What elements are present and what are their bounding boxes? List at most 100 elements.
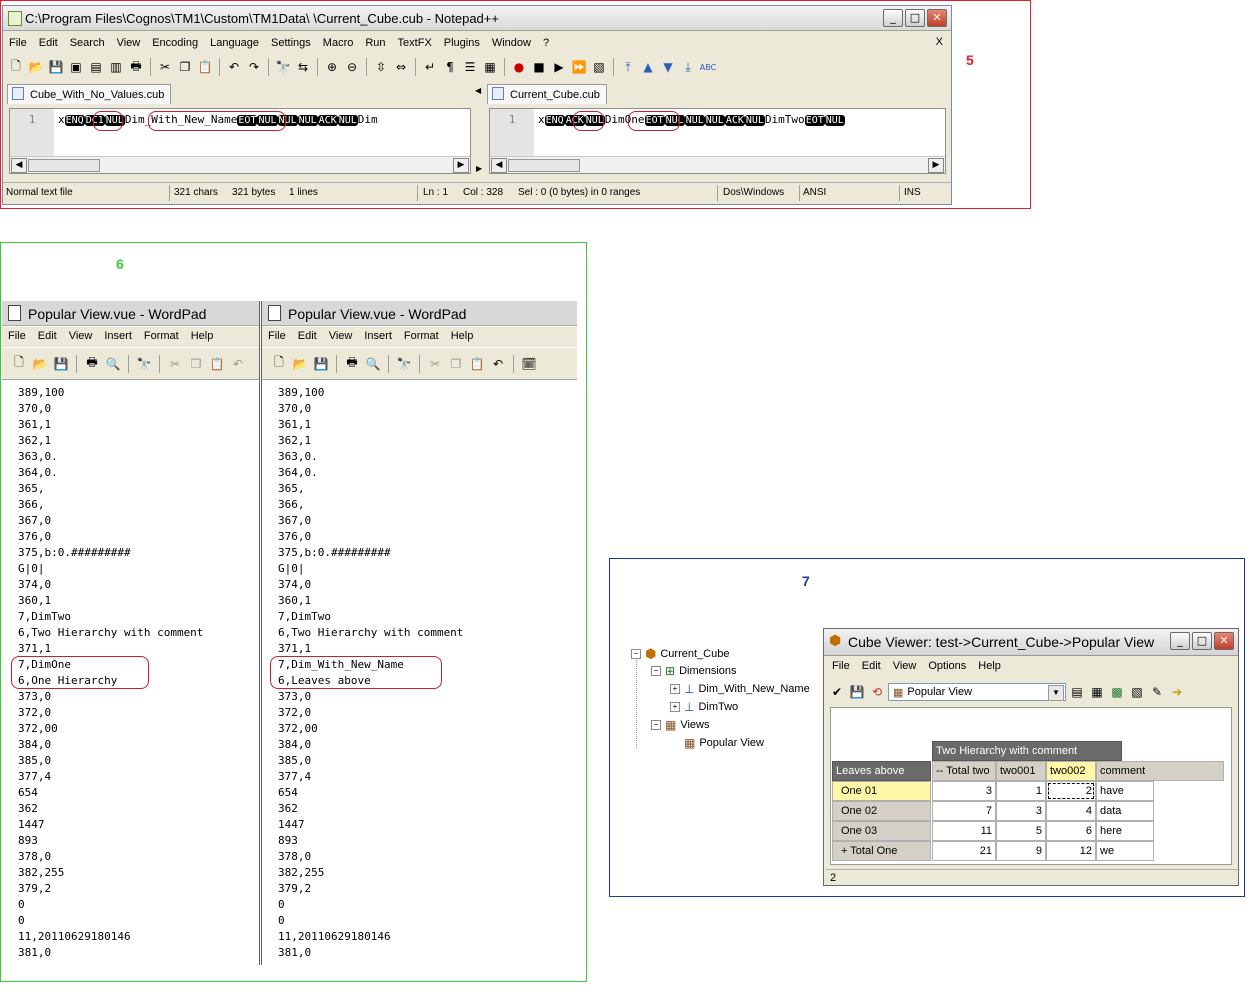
menu-item-edit[interactable]: Edit bbox=[856, 660, 887, 672]
date-time-icon[interactable]: 🗓 bbox=[520, 355, 538, 373]
menu-item-search[interactable]: Search bbox=[64, 37, 111, 49]
find-icon[interactable]: 🔭 bbox=[135, 355, 153, 373]
menu-item-[interactable]: ? bbox=[537, 37, 555, 49]
recalculate-icon[interactable]: ✔ bbox=[828, 683, 846, 701]
tree-node-dimensions[interactable]: − ⊞ Dimensions bbox=[651, 664, 737, 678]
menu-item-format[interactable]: Format bbox=[398, 330, 445, 342]
close-all-icon[interactable]: ▥ bbox=[107, 58, 125, 76]
paste-icon[interactable]: 📋 bbox=[196, 58, 214, 76]
menu-item-help[interactable]: Help bbox=[185, 330, 220, 342]
data-cell[interactable]: 1 bbox=[996, 781, 1046, 801]
user-language-icon[interactable]: ▦ bbox=[481, 58, 499, 76]
data-cell[interactable]: 21 bbox=[932, 841, 996, 861]
right-editor-pane[interactable]: 1 xENQ ACK NULDimOneEOT NUL NUL NUL ACK NULDimT… bbox=[489, 108, 946, 174]
row-header[interactable]: + Total One bbox=[832, 841, 931, 861]
paste-icon[interactable]: 📋 bbox=[468, 355, 486, 373]
menu-item-view[interactable]: View bbox=[323, 330, 359, 342]
data-cell[interactable]: 6 bbox=[1046, 821, 1096, 841]
tree-node-dimtwo[interactable]: + ⊥ DimTwo bbox=[670, 700, 738, 714]
save-icon[interactable]: 💾 bbox=[47, 58, 65, 76]
menu-item-help[interactable]: Help bbox=[445, 330, 480, 342]
comment-cell[interactable]: here bbox=[1096, 821, 1154, 841]
horizontal-scrollbar[interactable]: ◀ ▶ bbox=[490, 156, 945, 173]
scroll-thumb[interactable] bbox=[508, 159, 580, 172]
comment-cell[interactable]: we bbox=[1096, 841, 1154, 861]
scroll-right-icon[interactable]: ▶ bbox=[453, 158, 469, 173]
collapse-icon[interactable]: − bbox=[651, 720, 661, 730]
replace-icon[interactable]: ⇆ bbox=[294, 58, 312, 76]
menu-item-file[interactable]: File bbox=[3, 37, 33, 49]
sync-horizontal-icon[interactable]: ⇔ bbox=[392, 58, 410, 76]
tree-node-dim-with-new-name[interactable]: + ⊥ Dim_With_New_Name bbox=[670, 682, 810, 696]
stop-macro-icon[interactable]: ■ bbox=[530, 58, 548, 76]
close-button[interactable]: ✕ bbox=[927, 9, 947, 27]
row-header[interactable]: One 02 bbox=[832, 801, 931, 821]
scroll-thumb[interactable] bbox=[28, 159, 100, 172]
view-select[interactable]: ▦ Popular View ▼ bbox=[888, 683, 1066, 701]
redo-icon[interactable]: ↷ bbox=[245, 58, 263, 76]
menu-item-view[interactable]: View bbox=[111, 37, 147, 49]
expand-icon[interactable]: + bbox=[670, 702, 680, 712]
exit-icon[interactable]: ➔ bbox=[1168, 683, 1186, 701]
tree-node-cube[interactable]: − ⬢ Current_Cube bbox=[631, 646, 729, 662]
chevron-down-icon[interactable]: ▼ bbox=[1048, 685, 1064, 701]
menu-item-run[interactable]: Run bbox=[359, 37, 391, 49]
save-macro-icon[interactable]: ▧ bbox=[590, 58, 608, 76]
menu-item-settings[interactable]: Settings bbox=[265, 37, 317, 49]
find-icon[interactable]: 🔭 bbox=[395, 355, 413, 373]
scroll-right-icon[interactable]: ▶ bbox=[928, 158, 944, 173]
new-document-icon[interactable]: 🗋 bbox=[10, 355, 28, 373]
subset-editor-icon[interactable]: ▦ bbox=[1088, 683, 1106, 701]
close-button[interactable]: ✕ bbox=[1214, 632, 1234, 650]
show-all-characters-icon[interactable]: ¶ bbox=[441, 58, 459, 76]
menu-item-encoding[interactable]: Encoding bbox=[146, 37, 204, 49]
find-icon[interactable]: 🔭 bbox=[274, 58, 292, 76]
run-macro-multiple-icon[interactable]: ⏩ bbox=[570, 58, 588, 76]
minimize-button[interactable]: _ bbox=[1170, 632, 1190, 650]
print-icon[interactable]: 🖶 bbox=[127, 58, 145, 76]
print-preview-icon[interactable]: 🔍 bbox=[364, 355, 382, 373]
refresh-icon[interactable]: ⟲ bbox=[868, 683, 886, 701]
sync-vertical-icon[interactable]: ⇳ bbox=[372, 58, 390, 76]
menu-item-view[interactable]: View bbox=[63, 330, 99, 342]
row-header[interactable]: One 01 bbox=[832, 781, 931, 801]
print-icon[interactable]: 🖶 bbox=[83, 355, 101, 373]
data-cell[interactable]: 2 bbox=[1046, 781, 1096, 801]
cut-icon[interactable]: ✂ bbox=[156, 58, 174, 76]
menu-item-insert[interactable]: Insert bbox=[98, 330, 138, 342]
minimize-button[interactable]: _ bbox=[883, 9, 903, 27]
calculator-icon[interactable]: ▤ bbox=[1068, 683, 1086, 701]
menu-item-format[interactable]: Format bbox=[138, 330, 185, 342]
menu-item-view[interactable]: View bbox=[887, 660, 923, 672]
data-cell[interactable]: 3 bbox=[932, 781, 996, 801]
tree-node-popular-view[interactable]: ▦ Popular View bbox=[684, 736, 764, 750]
print-preview-icon[interactable]: 🔍 bbox=[104, 355, 122, 373]
menu-item-textfx[interactable]: TextFX bbox=[392, 37, 438, 49]
undo-icon[interactable]: ↶ bbox=[229, 355, 247, 373]
print-icon[interactable]: 🖶 bbox=[343, 355, 361, 373]
save-all-icon[interactable]: ▣ bbox=[67, 58, 85, 76]
data-cell[interactable]: 7 bbox=[932, 801, 996, 821]
menu-item-macro[interactable]: Macro bbox=[317, 37, 360, 49]
menu-item-edit[interactable]: Edit bbox=[33, 37, 64, 49]
indent-guide-icon[interactable]: ☰ bbox=[461, 58, 479, 76]
menu-item-window[interactable]: Window bbox=[486, 37, 537, 49]
copy-icon[interactable]: ❐ bbox=[187, 355, 205, 373]
column-dimension-title[interactable]: Two Hierarchy with comment bbox=[932, 741, 1122, 761]
pane-divider[interactable]: ◀ ▶ bbox=[474, 86, 484, 178]
horizontal-scrollbar[interactable]: ◀ ▶ bbox=[10, 156, 470, 173]
menu-item-help[interactable]: Help bbox=[972, 660, 1007, 672]
new-file-icon[interactable]: 🗋 bbox=[7, 58, 25, 76]
menu-item-insert[interactable]: Insert bbox=[358, 330, 398, 342]
next-diff-icon[interactable]: ▼ bbox=[659, 58, 677, 76]
data-cell[interactable]: 11 bbox=[932, 821, 996, 841]
collapse-icon[interactable]: − bbox=[631, 649, 641, 659]
column-header-two001[interactable]: two001 bbox=[996, 761, 1046, 781]
save-view-icon[interactable]: 💾 bbox=[848, 683, 866, 701]
cut-icon[interactable]: ✂ bbox=[426, 355, 444, 373]
maximize-button[interactable]: □ bbox=[905, 9, 925, 27]
menu-item-edit[interactable]: Edit bbox=[292, 330, 323, 342]
scroll-left-icon[interactable]: ◀ bbox=[491, 158, 507, 173]
data-cell[interactable]: 5 bbox=[996, 821, 1046, 841]
undo-icon[interactable]: ↶ bbox=[489, 355, 507, 373]
